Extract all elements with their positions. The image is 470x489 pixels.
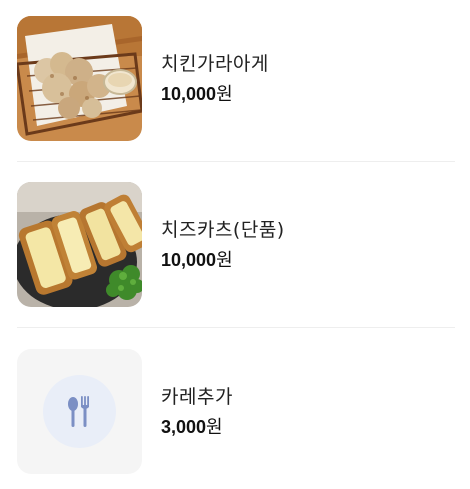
karaage-photo	[17, 16, 142, 141]
menu-item-chicken-karaage[interactable]: 치킨가라아게 10,000원	[17, 16, 455, 141]
menu-item-price: 10,000원	[161, 83, 269, 106]
menu-item-name: 치킨가라아게	[161, 53, 269, 75]
menu-item-image	[17, 182, 142, 307]
price-currency: 원	[206, 417, 223, 438]
menu-item-curry-add[interactable]: 카레추가 3,000원	[17, 349, 455, 474]
menu-item-info: 치킨가라아게 10,000원	[161, 51, 269, 106]
divider	[17, 161, 455, 162]
menu-item-image	[17, 16, 142, 141]
menu-item-name: 치즈카츠(단품)	[161, 219, 285, 241]
price-value: 10,000	[161, 250, 217, 270]
menu-item-info: 카레추가 3,000원	[161, 384, 233, 439]
menu-item-info: 치즈카츠(단품) 10,000원	[161, 217, 285, 272]
price-value: 10,000	[161, 84, 217, 104]
price-value: 3,000	[161, 417, 207, 437]
fork-spoon-icon	[68, 396, 89, 427]
menu-item-name: 카레추가	[161, 386, 233, 408]
cheese-katsu-photo	[17, 182, 142, 307]
divider	[17, 327, 455, 328]
menu-item-image-placeholder	[17, 349, 142, 474]
price-currency: 원	[216, 250, 233, 271]
menu-item-price: 10,000원	[161, 249, 285, 272]
menu-item-price: 3,000원	[161, 416, 233, 439]
price-currency: 원	[216, 84, 233, 105]
menu-item-cheese-katsu[interactable]: 치즈카츠(단품) 10,000원	[17, 182, 455, 307]
